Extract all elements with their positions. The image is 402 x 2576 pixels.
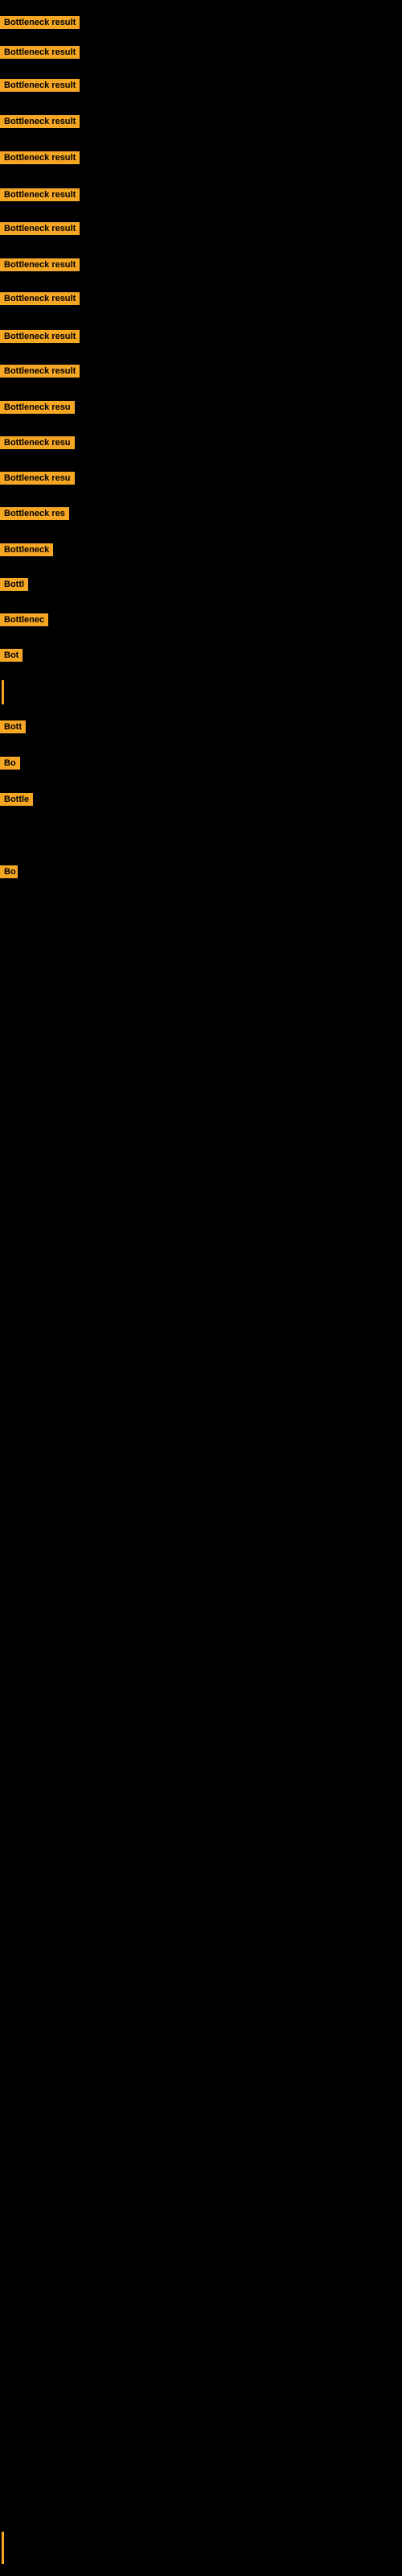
- bottleneck-badge-wrapper: Bo: [0, 757, 20, 774]
- bottleneck-badge: Bottleneck resu: [0, 436, 75, 449]
- bottleneck-badge: Bottle: [0, 793, 33, 806]
- bottleneck-badge-wrapper: Bottleneck result: [0, 79, 80, 96]
- bottleneck-badge: Bottleneck result: [0, 115, 80, 128]
- bottleneck-badge-wrapper: Bo: [0, 865, 18, 882]
- bottleneck-badge-wrapper: Bottleneck result: [0, 258, 80, 275]
- bottleneck-badge-wrapper: Bottleneck result: [0, 16, 80, 33]
- bottleneck-badge-wrapper: Bottleneck: [0, 543, 53, 560]
- bottleneck-badge: Bottleneck result: [0, 365, 80, 378]
- bottleneck-badge-wrapper: Bottle: [0, 793, 33, 810]
- bottleneck-badge: Bottleneck result: [0, 46, 80, 59]
- bottleneck-badge-wrapper: Bottleneck result: [0, 188, 80, 205]
- bottleneck-badge-wrapper: Bottleneck result: [0, 330, 80, 347]
- bottleneck-badge-wrapper: Bottleneck result: [0, 115, 80, 132]
- site-title: [0, 2, 402, 8]
- bottleneck-badge: Bottleneck result: [0, 330, 80, 343]
- bottleneck-badge: Bottleneck result: [0, 292, 80, 305]
- bottleneck-badge: Bottlenec: [0, 613, 48, 626]
- bottleneck-badge-wrapper: Bottleneck result: [0, 46, 80, 63]
- bottleneck-badge: Bottleneck resu: [0, 401, 75, 414]
- bottleneck-badge-wrapper: Bottleneck result: [0, 292, 80, 309]
- bottleneck-badge-wrapper: Bottleneck resu: [0, 401, 75, 418]
- bottleneck-badge-wrapper: Bottleneck result: [0, 222, 80, 239]
- bottleneck-badge: Bottleneck result: [0, 188, 80, 201]
- bottleneck-badge: Bottleneck result: [0, 151, 80, 164]
- bottleneck-badge: Bottl: [0, 578, 28, 591]
- bottleneck-badge-wrapper: Bottleneck result: [0, 365, 80, 382]
- bottleneck-badge-wrapper: Bottleneck result: [0, 151, 80, 168]
- bottleneck-badge: Bottleneck: [0, 543, 53, 556]
- bottleneck-badge-wrapper: Bottleneck resu: [0, 472, 75, 489]
- bottleneck-badge-wrapper: Bottlenec: [0, 613, 48, 630]
- bottleneck-badge: Bottleneck result: [0, 222, 80, 235]
- bottleneck-badge-wrapper: Bot: [0, 649, 23, 666]
- bottleneck-badge: Bottleneck result: [0, 258, 80, 271]
- bottleneck-badge-wrapper: Bottleneck res: [0, 507, 69, 524]
- vertical-line: [2, 680, 4, 704]
- bottleneck-badge-wrapper: Bott: [0, 720, 26, 737]
- bottleneck-badge: Bot: [0, 649, 23, 662]
- bottleneck-badge: Bo: [0, 865, 18, 878]
- bottleneck-badge-wrapper: Bottl: [0, 578, 28, 595]
- bottleneck-badge: Bottleneck result: [0, 79, 80, 92]
- bottleneck-badge: Bo: [0, 757, 20, 770]
- bottleneck-badge-wrapper: Bottleneck resu: [0, 436, 75, 453]
- bottleneck-badge: Bott: [0, 720, 26, 733]
- vertical-line: [2, 2532, 4, 2564]
- bottleneck-badge: Bottleneck result: [0, 16, 80, 29]
- bottleneck-badge: Bottleneck res: [0, 507, 69, 520]
- bottleneck-badge: Bottleneck resu: [0, 472, 75, 485]
